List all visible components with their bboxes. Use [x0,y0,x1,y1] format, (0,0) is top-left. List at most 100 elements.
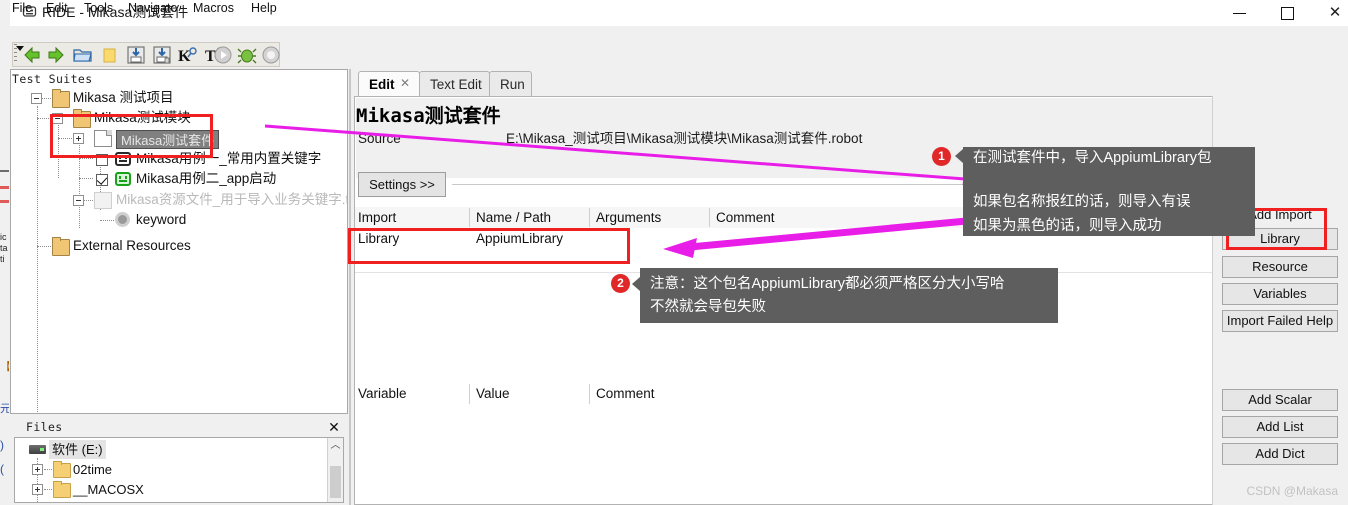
add-dict-button[interactable]: Add Dict [1222,443,1338,465]
tree-connector [44,469,52,470]
source-path-value: E:\Mikasa_测试项目\Mikasa测试模块\Mikasa测试套件.rob… [506,131,863,146]
search-keyword-icon[interactable]: K [178,45,198,65]
column-divider [589,384,590,404]
tree-connector [100,220,114,221]
maximize-button[interactable] [1264,0,1310,26]
files-expander-02time[interactable] [32,464,43,475]
run-icon[interactable] [213,45,233,65]
source-label: Source [358,131,401,146]
forward-arrow-icon[interactable] [46,45,66,65]
add-resource-button[interactable]: Resource [1222,256,1338,278]
menu-edit[interactable]: Edit [46,0,68,16]
highlight-box-library-row [348,228,630,264]
highlight-box-suite [50,114,213,158]
background-strip [0,170,9,172]
open-folder-icon[interactable] [73,45,93,65]
callout-1-line1: 在测试套件中，导入AppiumLibrary包 [963,147,1255,166]
variables-col-comment: Comment [596,386,655,401]
maximize-icon [1280,6,1294,20]
background-text: ) [0,438,4,452]
tree-expander-project[interactable] [31,93,42,104]
settings-toggle-button[interactable]: Settings >> [358,172,446,197]
resource-icon [94,192,112,209]
imports-col-comment: Comment [716,210,775,225]
add-scalar-button[interactable]: Add Scalar [1222,389,1338,411]
suite-title: Mikasa测试套件 [356,105,501,127]
files-item-02time[interactable]: 02time [73,460,112,479]
project-folder-icon [52,89,70,108]
tree-item-project[interactable]: Mikasa 测试项目 [73,88,174,108]
tree-connector [37,246,51,247]
watermark: CSDN @Makasa [1246,484,1338,498]
save-icon[interactable] [126,45,146,65]
new-folder-icon[interactable] [100,45,120,65]
menu-bar [10,26,1348,42]
variables-col-variable: Variable [358,386,407,401]
callout-1-number: 1 [932,147,951,166]
tab-run[interactable]: Run [489,71,532,97]
callout-2-number: 2 [611,274,630,293]
back-arrow-icon[interactable] [22,45,42,65]
test-case-green-icon [115,172,131,186]
callout-1-line2: 如果包名称报红的话，则导入有误 如果为黑色的话，则导入成功 [963,188,1255,236]
callout-2-text: 注意：这个包名AppiumLibrary都必须严格区分大小写哈 不然就会导包失败 [640,268,1058,323]
background-strip [0,186,9,189]
background-text: ( [0,462,4,476]
background-text: 【 [0,358,9,388]
tree-checkbox-case-2[interactable] [96,174,108,186]
stop-icon[interactable] [261,45,281,65]
tree-connector [79,178,93,179]
tree-item-case-2[interactable]: Mikasa用例二_app启动 [136,169,276,189]
tree-connector [79,158,93,159]
scroll-up-icon[interactable]: ︿ [328,438,343,453]
gear-icon [115,212,130,227]
test-suites-title: Test Suites [12,72,93,86]
menu-file[interactable]: File [12,0,32,16]
tree-expander-resource[interactable] [73,195,84,206]
menu-navigate[interactable]: Navigate [128,0,177,16]
folder-icon [53,481,71,498]
tree-item-external-resources[interactable]: External Resources [73,236,191,256]
tree-connector [37,118,51,119]
imports-col-arguments: Arguments [596,210,662,225]
tab-edit-close-icon[interactable]: ✕ [398,76,412,90]
callout-2-notch [632,277,640,291]
callout-1-notch [955,149,963,163]
files-panel-title: Files [26,420,63,434]
save-all-icon[interactable] [152,45,172,65]
add-variables-button[interactable]: Variables [1222,283,1338,305]
files-item-drive[interactable]: 软件 (E:) [49,440,106,459]
folder-icon [53,461,71,478]
column-divider [709,208,710,227]
imports-col-namepath: Name / Path [476,210,552,225]
minimize-button[interactable] [1216,0,1262,26]
drive-icon [29,445,46,454]
callout-1-spacer [963,165,1255,188]
tree-connector [44,489,52,490]
tree-connector [37,106,38,413]
files-tree[interactable]: 软件 (E:) 02time __MACOSX [14,437,344,503]
files-panel-close-icon[interactable]: ✕ [326,418,342,436]
background-text: 元 [0,403,9,415]
variables-col-value: Value [476,386,510,401]
add-list-button[interactable]: Add List [1222,416,1338,438]
imports-col-import: Import [358,210,397,225]
tree-item-keyword[interactable]: keyword [136,210,186,230]
project-folder-icon [52,237,70,256]
menu-help[interactable]: Help [251,0,277,16]
column-divider [469,384,470,404]
files-item-macosx[interactable]: __MACOSX [73,480,144,499]
menu-tools[interactable]: Tools [84,0,113,16]
menu-macros[interactable]: Macros [193,0,234,16]
minimize-icon [1232,12,1246,14]
import-failed-help-button[interactable]: Import Failed Help [1222,310,1338,332]
background-text: ic ta ti [0,232,8,264]
column-divider [469,208,470,227]
files-expander-macosx[interactable] [32,484,43,495]
scrollbar-thumb[interactable] [330,466,341,498]
files-scrollbar[interactable]: ︿ [327,438,343,502]
tab-text-edit[interactable]: Text Edit [419,71,490,97]
tree-item-resource[interactable]: Mikasa资源文件_用于导入业务关键字.txt [116,190,347,210]
debug-icon[interactable] [237,45,257,65]
close-button[interactable]: ✕ [1312,0,1348,26]
